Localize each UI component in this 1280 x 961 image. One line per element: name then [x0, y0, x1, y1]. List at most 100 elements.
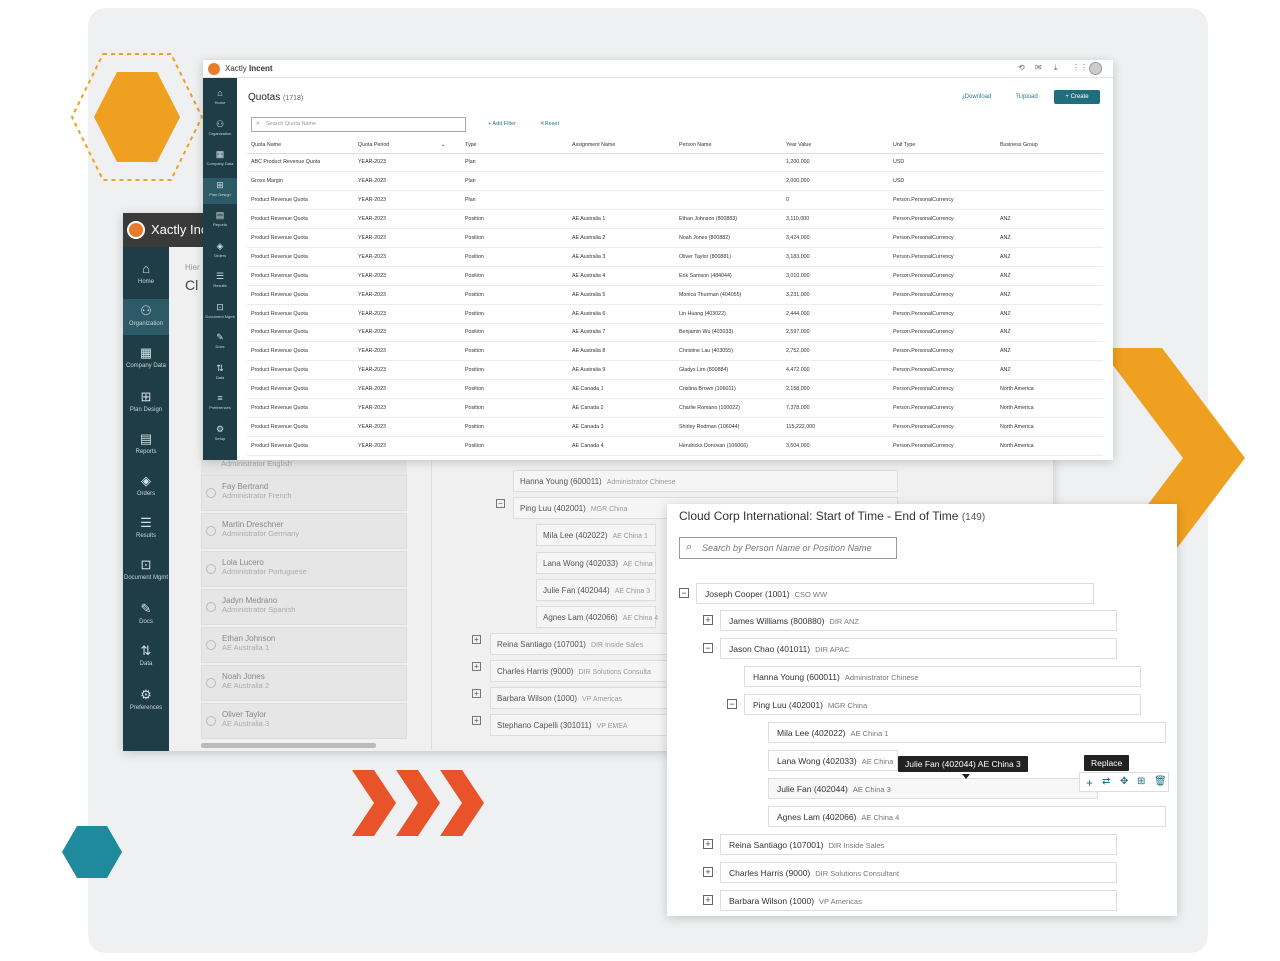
table-row[interactable]: Product Revenue Quota YEAR-2023 Position AE… — [247, 228, 1103, 248]
table-row[interactable]: Product Revenue Quota YEAR-2023 Position AE… — [247, 266, 1103, 286]
history-icon[interactable]: ⟲ — [1018, 63, 1025, 72]
tree-node[interactable]: Joseph Cooper (1001) CSO WW — [696, 583, 1094, 604]
table-row[interactable]: Product Revenue Quota YEAR-2023 Position AE… — [247, 360, 1103, 381]
sidebar-item-company-data[interactable]: ▦ Company Data — [123, 341, 169, 377]
column-header-unit-type[interactable]: Unit Type — [889, 137, 996, 154]
column-header-person-name[interactable]: Person Name — [675, 137, 782, 154]
sidebar-item-orders[interactable]: ◈ Orders — [123, 469, 169, 505]
table-row[interactable]: Product Revenue Quota YEAR-2023 Position AE… — [247, 341, 1103, 362]
column-header-business-group[interactable]: Business Group — [996, 137, 1103, 154]
tree-node[interactable]: Stephano Capelli (301011) VP EMEA — [490, 714, 670, 736]
tree-node[interactable]: Lana Wong (402033) AE China — [536, 552, 656, 574]
table-row[interactable]: Gross Margin YEAR-2023 Plan 2,000,000 USD — [247, 171, 1103, 192]
tree-node[interactable]: Charles Harris (9000) DIR Solutions Consu… — [490, 660, 670, 682]
delete-icon[interactable]: 🗑 — [1154, 776, 1167, 787]
tree-node[interactable]: Mila Lee (402022) AE China 1 — [768, 722, 1166, 743]
expand-icon[interactable]: + — [703, 839, 713, 849]
sidebar-item-reports[interactable]: ▤ Reports — [203, 208, 237, 234]
list-item[interactable]: Noah Jones AE Australia 2 — [201, 665, 407, 701]
apps-grid-icon[interactable]: ⋮⋮ — [1072, 63, 1088, 72]
sidebar-item-document-mgmt[interactable]: ⊡ Document Mgmt — [123, 553, 169, 589]
create-button[interactable]: + Create — [1054, 90, 1100, 104]
expand-toggle-icon[interactable]: − — [496, 499, 505, 508]
tree-node[interactable]: Reina Santiago (107001) DIR Inside Sales — [720, 834, 1117, 855]
column-header-assignment-name[interactable]: Assignment Name — [568, 137, 675, 154]
tree-node[interactable]: Agnes Lam (402066) AE China 4 — [536, 606, 658, 628]
tree-node[interactable]: Julie Fan (402044) AE China 3 — [536, 579, 656, 601]
column-header-quota-name[interactable]: Quota Name — [247, 137, 354, 154]
tree-node[interactable]: Ping Luu (402001) MGR China — [744, 694, 1141, 715]
add-filter-button[interactable]: + Add Filter — [488, 121, 516, 127]
quota-search-input[interactable]: ⌕ Search Quota Name — [251, 117, 466, 132]
sidebar-item-document-mgmt[interactable]: ⊡ Document Mgmt — [203, 300, 237, 326]
tree-node[interactable]: Barbara Wilson (1000) VP Americas — [720, 890, 1117, 911]
table-row[interactable]: Product Revenue Quota YEAR-2023 Position AE… — [247, 436, 1103, 456]
sidebar-item-organization[interactable]: ⚇ Organization — [203, 117, 237, 143]
expand-icon[interactable]: + — [703, 867, 713, 877]
hierarchy-search-input[interactable]: ⌕ Search by Person Name or Position Name — [679, 537, 897, 559]
inbox-icon[interactable]: ✉ — [1035, 63, 1042, 72]
tree-node[interactable]: Hanna Young (600011) Administrator Chines… — [744, 666, 1141, 687]
tree-node[interactable]: Mila Lee (402022) AE China 1 — [536, 524, 656, 546]
sidebar-item-reports[interactable]: ▤ Reports — [123, 427, 169, 463]
tree-node[interactable]: Hanna Young (600011) Administrator Chines… — [513, 470, 898, 492]
table-row[interactable]: Product Revenue Quota YEAR-2023 Position AE… — [247, 398, 1103, 418]
sidebar-item-data[interactable]: ⇅ Data — [123, 639, 169, 675]
tree-node[interactable]: Barbara Wilson (1000) VP Americas — [490, 687, 670, 709]
sidebar-item-organization[interactable]: ⚇ Organization — [123, 299, 169, 335]
column-header-quota-period[interactable]: Quota Period ⌄ — [354, 137, 461, 154]
sidebar-item-results[interactable]: ☰ Results — [123, 511, 169, 547]
table-row[interactable]: Product Revenue Quota YEAR-2023 Position AE… — [247, 304, 1103, 324]
list-item[interactable]: Jadyn Medrano Administrator Spanish — [201, 589, 407, 625]
tree-node[interactable]: Julie Fan (402044) AE China 3 — [768, 778, 1098, 799]
collapse-icon[interactable]: − — [727, 699, 737, 709]
download-button[interactable]: ⤓Download — [962, 94, 991, 101]
upload-button[interactable]: ⤒Upload — [1016, 94, 1038, 101]
collapse-icon[interactable]: − — [703, 643, 713, 653]
list-item[interactable]: Martin Dreschner Administrator Germany — [201, 513, 407, 549]
table-row[interactable]: Product Revenue Quota YEAR-2023 Position AE… — [247, 209, 1103, 230]
tree-node[interactable]: James Williams (800880) DIR ANZ — [720, 610, 1117, 631]
sidebar-item-plan-design[interactable]: ⊞ Plan Design — [203, 177, 237, 204]
tree-node[interactable]: Lana Wong (402033) AE China — [768, 750, 898, 771]
sidebar-item-preferences[interactable]: ≡ Preferences — [203, 391, 237, 417]
expand-icon[interactable]: + — [703, 895, 713, 905]
avatar[interactable] — [1089, 62, 1102, 75]
checkbox-icon[interactable] — [206, 526, 216, 536]
list-item[interactable]: Oliver Taylor AE Australia 3 — [201, 703, 407, 739]
reset-button[interactable]: ✕Reset — [540, 121, 559, 127]
sidebar-item-setup[interactable]: ⚙ Setup — [203, 422, 237, 448]
move-icon[interactable]: ✥ — [1120, 776, 1128, 787]
table-row[interactable]: Product Revenue Quota YEAR-2023 Position AE… — [247, 323, 1103, 343]
table-row[interactable]: Product Revenue Quota YEAR-2023 Plan 0 Perso… — [247, 190, 1103, 211]
column-header-year-value[interactable]: Year Value — [782, 137, 889, 154]
table-row[interactable]: Product Revenue Quota YEAR-2023 Position AE… — [247, 417, 1103, 437]
sidebar-item-results[interactable]: ☰ Results — [203, 269, 237, 295]
checkbox-icon[interactable] — [206, 488, 216, 498]
back-scrollbar[interactable] — [201, 743, 376, 748]
sidebar-item-plan-design[interactable]: ⊞ Plan Design — [123, 385, 169, 421]
table-row[interactable]: Product Revenue Quota YEAR-2023 Position AE… — [247, 247, 1103, 267]
replace-icon[interactable]: ⇄ — [1102, 776, 1110, 787]
list-item[interactable]: Fay Bertrand Administrator French — [201, 475, 407, 511]
expand-toggle-icon[interactable]: + — [472, 635, 481, 644]
collapse-icon[interactable]: − — [679, 588, 689, 598]
list-item[interactable]: Ethan Johnson AE Australia 1 — [201, 627, 407, 663]
expand-toggle-icon[interactable]: + — [472, 662, 481, 671]
table-row[interactable]: Product Revenue Quota YEAR-2023 Position AE… — [247, 285, 1103, 305]
checkbox-icon[interactable] — [206, 716, 216, 726]
tree-node[interactable]: Charles Harris (9000) DIR Solutions Consu… — [720, 862, 1117, 883]
checkbox-icon[interactable] — [206, 678, 216, 688]
sidebar-item-docs[interactable]: ✎ Docs — [123, 597, 169, 633]
table-row[interactable]: Product Revenue Quota YEAR-2023 Position AE… — [247, 379, 1103, 400]
sidebar-item-company-data[interactable]: ▦ Company Data — [203, 147, 237, 173]
expand-icon[interactable]: + — [703, 615, 713, 625]
checkbox-icon[interactable] — [206, 564, 216, 574]
sort-icon[interactable]: ⌄ — [439, 142, 445, 148]
add-node-icon[interactable]: + — [1086, 776, 1093, 790]
tree-node[interactable]: Reina Santiago (107001) DIR Inside Sales — [490, 633, 670, 655]
list-item[interactable]: Lola Lucero Administrator Portuguese — [201, 551, 407, 587]
sidebar-item-data[interactable]: ⇅ Data — [203, 361, 237, 387]
hierarchy-icon[interactable]: ⊞ — [1137, 776, 1145, 787]
sidebar-item-preferences[interactable]: ⚙ Preferences — [123, 683, 169, 719]
